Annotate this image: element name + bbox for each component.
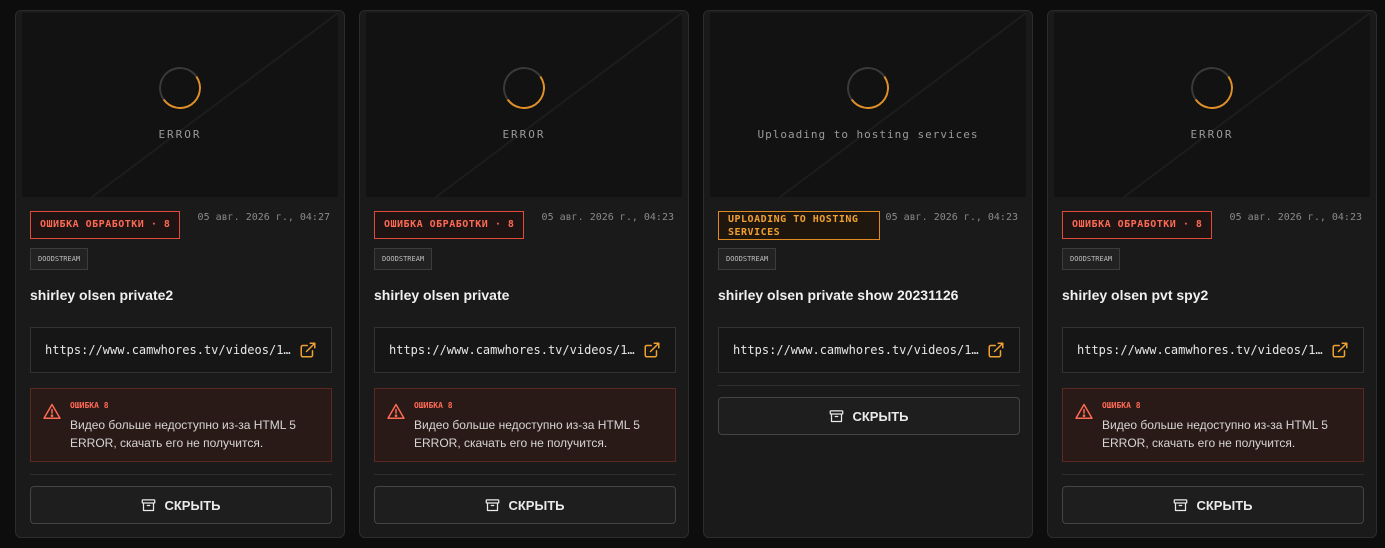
timestamp: 05 авг. 2026 г., 04:27 <box>197 212 330 223</box>
video-title: shirley olsen private show 20231126 <box>718 287 959 303</box>
source-url-field: https://www.camwhores.tv/videos/1… <box>1062 327 1364 373</box>
error-alert: ОШИБКА 8 Видео больше недоступно из-за H… <box>374 388 676 462</box>
error-alert: ОШИБКА 8 Видео больше недоступно из-за H… <box>1062 388 1364 462</box>
source-url[interactable]: https://www.camwhores.tv/videos/1… <box>45 343 295 357</box>
source-url[interactable]: https://www.camwhores.tv/videos/1… <box>733 343 983 357</box>
error-alert: ОШИБКА 8 Видео больше недоступно из-за H… <box>30 388 332 462</box>
external-link-icon[interactable] <box>299 341 317 359</box>
host-badge: DOODSTREAM <box>1062 248 1121 270</box>
status-badge-line: UPLOADING TO HOSTING <box>728 214 859 225</box>
status-badge: UPLOADING TO HOSTING SERVICES <box>718 211 880 240</box>
video-thumbnail: ERROR <box>22 13 338 197</box>
video-card: ERROR ОШИБКА ОБРАБОТКИ · 8 05 авг. 2026 … <box>359 10 689 538</box>
error-code: ОШИБКА 8 <box>70 401 109 410</box>
video-card: ERROR ОШИБКА ОБРАБОТКИ · 8 05 авг. 2026 … <box>1047 10 1377 538</box>
hide-button-label: СКРЫТЬ <box>164 497 221 513</box>
divider <box>374 474 676 475</box>
host-badge: DOODSTREAM <box>718 248 777 270</box>
hide-button-label: СКРЫТЬ <box>1196 497 1253 513</box>
video-title: shirley olsen pvt spy2 <box>1062 287 1209 303</box>
hide-button[interactable]: СКРЫТЬ <box>374 486 676 524</box>
host-badge: DOODSTREAM <box>30 248 89 270</box>
error-message: Видео больше недоступно из-за HTML 5 ERR… <box>414 418 640 450</box>
archive-box-icon <box>1174 498 1188 511</box>
source-url-field: https://www.camwhores.tv/videos/1… <box>30 327 332 373</box>
video-title: shirley olsen private2 <box>30 287 174 303</box>
video-thumbnail: Uploading to hosting services <box>710 13 1026 197</box>
external-link-icon[interactable] <box>987 341 1005 359</box>
video-card: ERROR ОШИБКА ОБРАБОТКИ · 8 05 авг. 2026 … <box>15 10 345 538</box>
status-badge-line: SERVICES <box>728 227 781 238</box>
hide-button-label: СКРЫТЬ <box>508 497 565 513</box>
hide-button-label: СКРЫТЬ <box>852 408 909 424</box>
archive-box-icon <box>142 498 156 511</box>
source-url[interactable]: https://www.camwhores.tv/videos/1… <box>389 343 639 357</box>
timestamp: 05 авг. 2026 г., 04:23 <box>1229 212 1362 223</box>
error-code: ОШИБКА 8 <box>414 401 453 410</box>
error-message: Видео больше недоступно из-за HTML 5 ERR… <box>70 418 296 450</box>
host-badge: DOODSTREAM <box>374 248 433 270</box>
source-url-field: https://www.camwhores.tv/videos/1… <box>718 327 1020 373</box>
hide-button[interactable]: СКРЫТЬ <box>718 397 1020 435</box>
thumbnail-status-text: ERROR <box>502 128 546 141</box>
status-badge: ОШИБКА ОБРАБОТКИ · 8 <box>374 211 525 239</box>
divider <box>30 474 332 475</box>
warning-triangle-icon <box>43 403 61 419</box>
thumbnail-status-text: Uploading to hosting services <box>757 128 979 141</box>
timestamp: 05 авг. 2026 г., 04:23 <box>885 212 1018 223</box>
external-link-icon[interactable] <box>643 341 661 359</box>
video-thumbnail: ERROR <box>1054 13 1370 197</box>
archive-box-icon <box>486 498 500 511</box>
warning-triangle-icon <box>1075 403 1093 419</box>
thumbnail-status-text: ERROR <box>158 128 202 141</box>
divider <box>1062 474 1364 475</box>
archive-box-icon <box>830 409 844 422</box>
video-title: shirley olsen private <box>374 287 510 303</box>
video-thumbnail: ERROR <box>366 13 682 197</box>
warning-triangle-icon <box>387 403 405 419</box>
timestamp: 05 авг. 2026 г., 04:23 <box>541 212 674 223</box>
video-card: Uploading to hosting services UPLOADING … <box>703 10 1033 538</box>
video-card-grid: ERROR ОШИБКА ОБРАБОТКИ · 8 05 авг. 2026 … <box>0 0 1385 548</box>
status-badge: ОШИБКА ОБРАБОТКИ · 8 <box>1062 211 1213 239</box>
status-badge: ОШИБКА ОБРАБОТКИ · 8 <box>30 211 181 239</box>
thumbnail-status-text: ERROR <box>1190 128 1234 141</box>
source-url-field: https://www.camwhores.tv/videos/1… <box>374 327 676 373</box>
source-url[interactable]: https://www.camwhores.tv/videos/1… <box>1077 343 1327 357</box>
hide-button[interactable]: СКРЫТЬ <box>30 486 332 524</box>
error-code: ОШИБКА 8 <box>1102 401 1141 410</box>
hide-button[interactable]: СКРЫТЬ <box>1062 486 1364 524</box>
external-link-icon[interactable] <box>1331 341 1349 359</box>
error-message: Видео больше недоступно из-за HTML 5 ERR… <box>1102 418 1328 450</box>
divider <box>718 385 1020 386</box>
